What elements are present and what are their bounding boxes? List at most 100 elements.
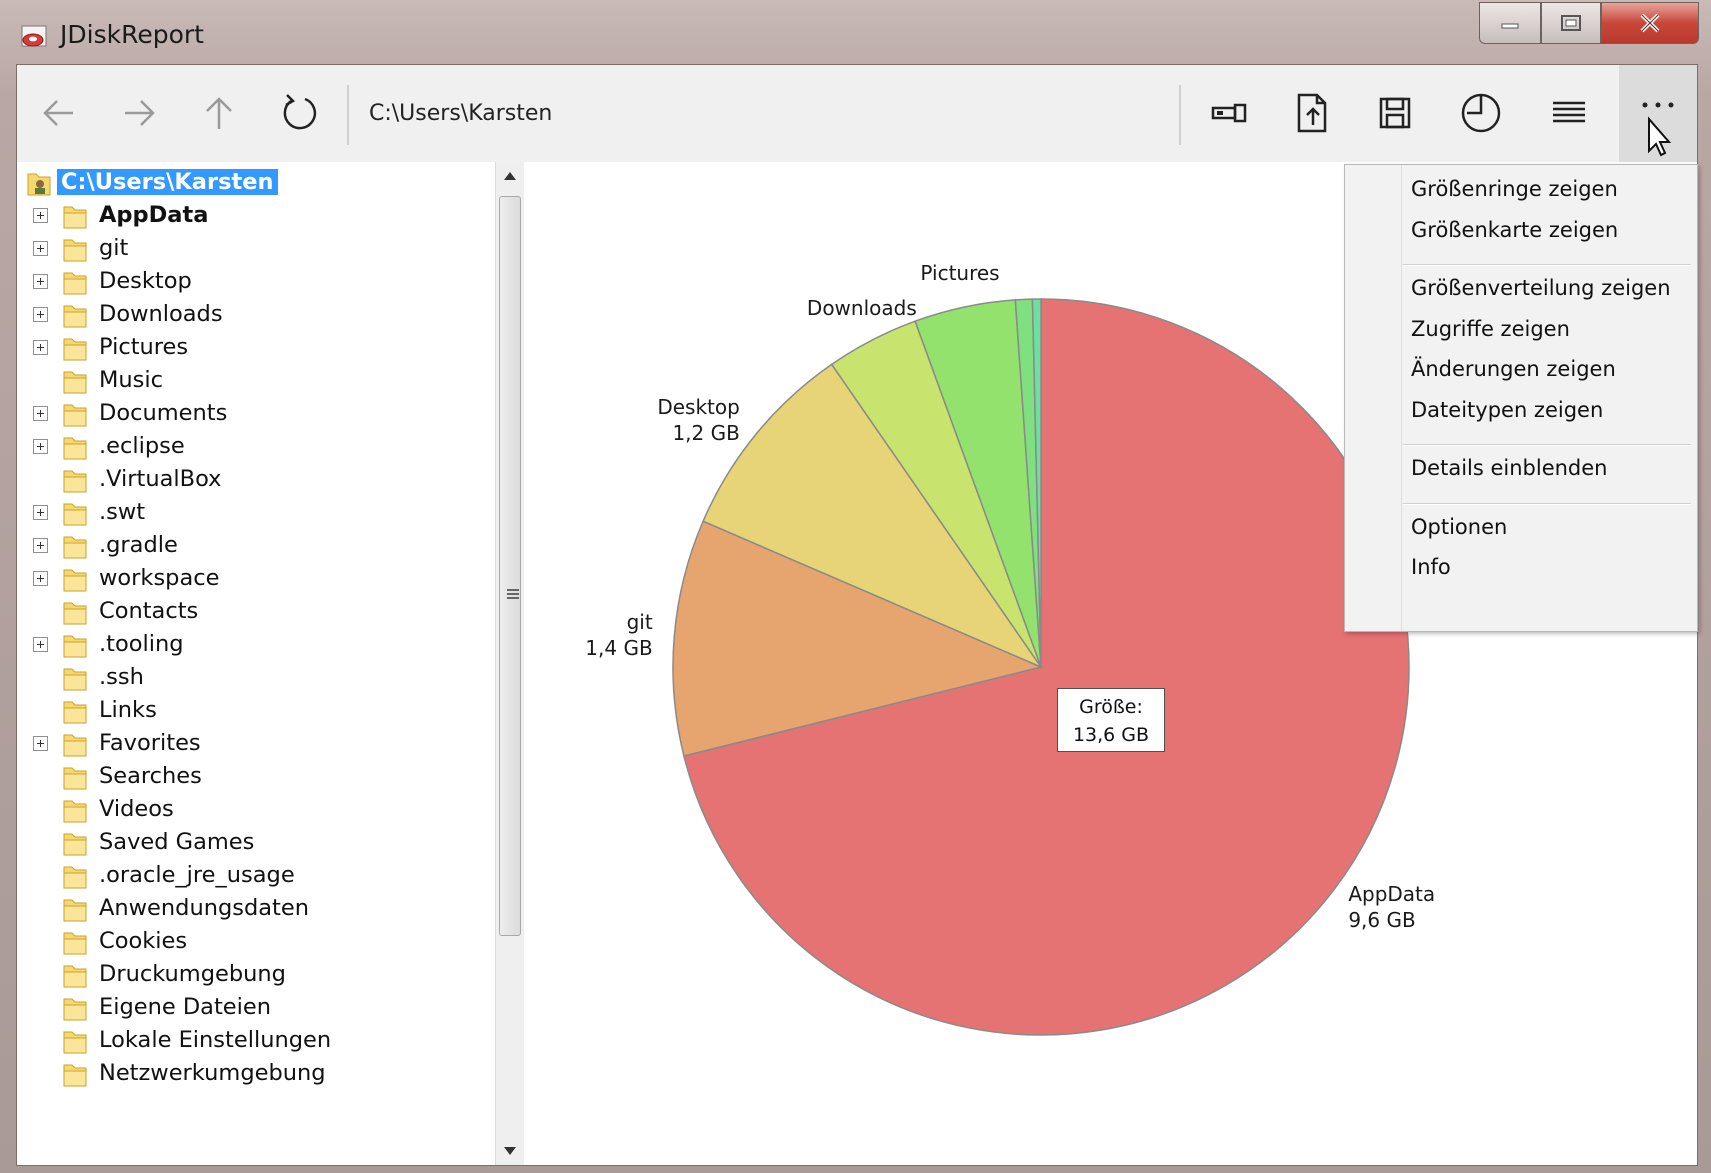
expand-icon[interactable]: [33, 340, 48, 355]
expand-icon[interactable]: [33, 637, 48, 652]
expand-icon[interactable]: [33, 538, 48, 553]
tree-item-label: Lokale Einstellungen: [99, 1027, 332, 1053]
menu-item[interactable]: Zugriffe zeigen: [1411, 317, 1570, 341]
folder-icon: [63, 932, 87, 955]
slice-name: git: [626, 610, 653, 635]
tree-item-label: .VirtualBox: [99, 466, 222, 492]
app-window: JDiskReport C:\Users\Karsten C:\Users\Ka…: [0, 0, 1711, 1173]
tree-item[interactable]: Eigene Dateien: [17, 991, 495, 1027]
tree-item[interactable]: Contacts: [17, 595, 495, 631]
menu-item[interactable]: Optionen: [1411, 515, 1507, 539]
tree-item[interactable]: Searches: [17, 760, 495, 796]
tree-item[interactable]: git: [17, 232, 495, 268]
list-icon: [1553, 101, 1585, 123]
tree-item-label: .oracle_jre_usage: [99, 862, 295, 888]
tree-item-label: git: [99, 235, 129, 261]
more-button[interactable]: [1619, 65, 1697, 162]
folder-tree[interactable]: C:\Users\Karsten AppData git Desktop Downloa…: [17, 162, 495, 1165]
tree-root-item[interactable]: C:\Users\Karsten: [17, 166, 495, 202]
expand-icon[interactable]: [33, 571, 48, 586]
tree-item[interactable]: AppData: [17, 199, 495, 235]
tree-item-label: workspace: [99, 565, 220, 591]
arrow-right-icon: [125, 100, 155, 126]
menu-item[interactable]: Änderungen zeigen: [1411, 357, 1616, 381]
folder-icon: [63, 800, 87, 823]
pie-chart-button[interactable]: [1453, 85, 1509, 141]
expand-icon[interactable]: [33, 406, 48, 421]
folder-icon: [63, 866, 87, 889]
tree-item[interactable]: Music: [17, 364, 495, 400]
tree-item[interactable]: Lokale Einstellungen: [17, 1024, 495, 1060]
close-button[interactable]: [1601, 2, 1699, 44]
tree-item-label: .gradle: [99, 532, 178, 558]
slice-label-desktop: Desktop 1,2 GB: [657, 394, 739, 446]
menu-item[interactable]: Größenkarte zeigen: [1411, 218, 1618, 242]
menu-item[interactable]: Größenverteilung zeigen: [1411, 276, 1671, 300]
tree-item[interactable]: .eclipse: [17, 430, 495, 466]
expand-icon[interactable]: [33, 208, 48, 223]
tree-item[interactable]: Documents: [17, 397, 495, 433]
tree-item[interactable]: .swt: [17, 496, 495, 532]
folder-icon: [63, 404, 87, 427]
list-view-button[interactable]: [1541, 85, 1597, 141]
tree-item[interactable]: Druckumgebung: [17, 958, 495, 994]
tree-item[interactable]: Downloads: [17, 298, 495, 334]
expand-icon[interactable]: [33, 274, 48, 289]
expand-icon[interactable]: [33, 439, 48, 454]
menu-item[interactable]: Info: [1411, 555, 1451, 579]
tree-item[interactable]: .tooling: [17, 628, 495, 664]
tree-item[interactable]: .oracle_jre_usage: [17, 859, 495, 895]
open-button[interactable]: [1285, 85, 1341, 141]
tree-item-label: Anwendungsdaten: [99, 895, 309, 921]
more-icon: [1642, 102, 1674, 156]
tree-item[interactable]: Favorites: [17, 727, 495, 763]
tree-item[interactable]: Desktop: [17, 265, 495, 301]
title-bar[interactable]: JDiskReport: [0, 0, 1711, 62]
tree-item[interactable]: Netzwerkumgebung: [17, 1057, 495, 1093]
slice-name: Desktop: [657, 394, 740, 419]
menu-item[interactable]: Details einblenden: [1411, 456, 1608, 480]
expand-icon[interactable]: [33, 307, 48, 322]
tree-item-label: Contacts: [99, 598, 199, 624]
scan-button[interactable]: [1203, 85, 1259, 141]
menu-item[interactable]: Dateitypen zeigen: [1411, 398, 1603, 422]
tree-item[interactable]: Links: [17, 694, 495, 730]
window-controls: [1479, 2, 1699, 44]
tree-item[interactable]: Videos: [17, 793, 495, 829]
slice-label-git: git 1,4 GB: [585, 609, 652, 661]
tree-item[interactable]: .gradle: [17, 529, 495, 565]
tree-item[interactable]: .VirtualBox: [17, 463, 495, 499]
refresh-button[interactable]: [271, 85, 327, 141]
tree-item[interactable]: Anwendungsdaten: [17, 892, 495, 928]
tree-item[interactable]: Pictures: [17, 331, 495, 367]
maximize-button[interactable]: [1541, 2, 1601, 44]
folder-icon: [63, 305, 87, 328]
expand-icon[interactable]: [33, 736, 48, 751]
tree-item[interactable]: workspace: [17, 562, 495, 598]
save-button[interactable]: [1367, 85, 1423, 141]
up-button[interactable]: [191, 85, 247, 141]
tree-scrollbar[interactable]: [495, 162, 524, 1165]
tree-item[interactable]: .ssh: [17, 661, 495, 697]
folder-icon: [63, 503, 87, 526]
scroll-up-arrow-icon[interactable]: [504, 172, 516, 180]
tree-item-label: Desktop: [99, 268, 192, 294]
total-size-tooltip: Größe: 13,6 GB: [1057, 688, 1165, 752]
forward-button[interactable]: [111, 85, 167, 141]
menu-item[interactable]: Größenringe zeigen: [1411, 177, 1618, 201]
expand-icon[interactable]: [33, 505, 48, 520]
flashlight-icon: [1211, 103, 1247, 123]
tree-item-label: .tooling: [99, 631, 184, 657]
folder-icon: [63, 1031, 87, 1054]
tree-item[interactable]: Cookies: [17, 925, 495, 961]
tree-item[interactable]: Saved Games: [17, 826, 495, 862]
window-title: JDiskReport: [60, 20, 204, 49]
tree-item-label: Favorites: [99, 730, 201, 756]
scrollbar-thumb[interactable]: [499, 196, 521, 936]
minimize-button[interactable]: [1479, 2, 1541, 44]
folder-icon: [63, 602, 87, 625]
expand-icon[interactable]: [33, 241, 48, 256]
back-button[interactable]: [31, 85, 87, 141]
scroll-down-arrow-icon[interactable]: [504, 1147, 516, 1155]
folder-icon: [63, 272, 87, 295]
